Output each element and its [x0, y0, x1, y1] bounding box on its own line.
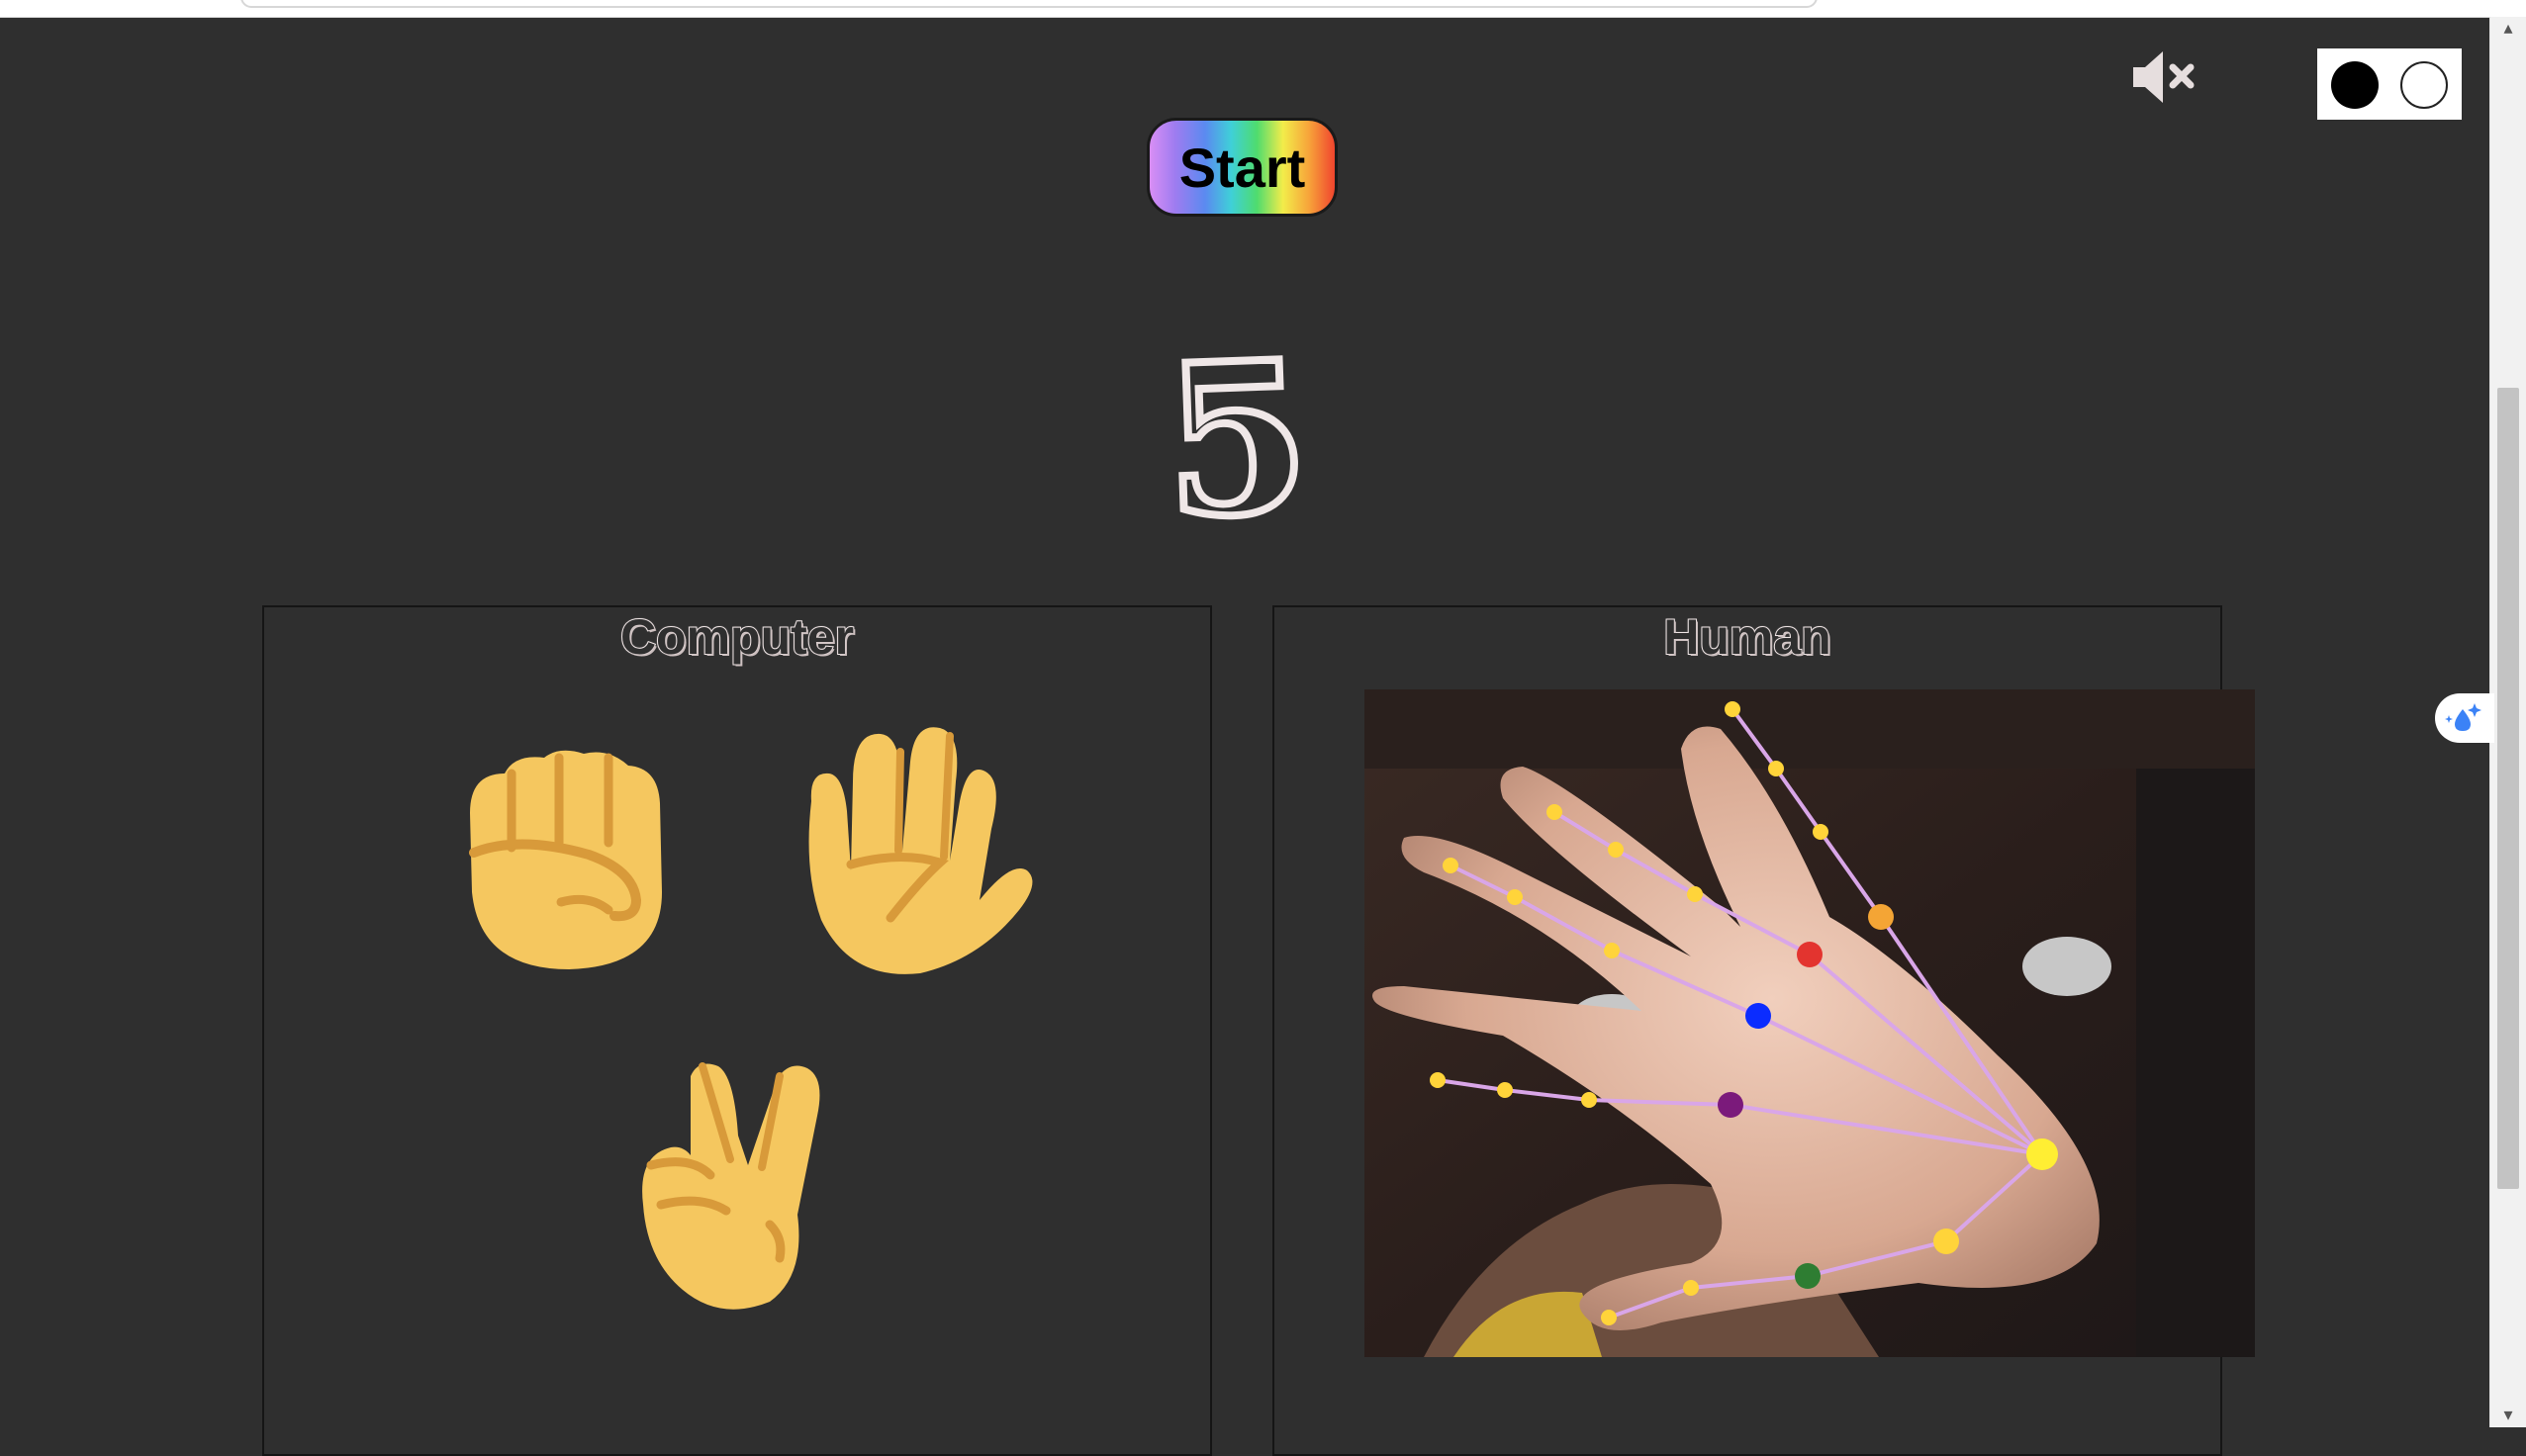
landmark-point	[1546, 804, 1562, 820]
scissors-choice[interactable]	[631, 1056, 839, 1314]
landmark-point	[1687, 886, 1703, 902]
landmark-point	[1604, 943, 1620, 958]
hand-landmark-overlay	[1364, 689, 2255, 1357]
landmark-point	[1718, 1092, 1743, 1118]
landmark-point	[1725, 701, 1740, 717]
scroll-down-icon[interactable]: ▾	[2490, 1404, 2526, 1427]
landmark-point	[1768, 761, 1784, 776]
landmark-point	[1933, 1228, 1959, 1254]
raised-fist-icon	[469, 750, 662, 969]
landmark-point	[1507, 889, 1523, 905]
landmark-point	[1797, 942, 1823, 967]
landmark-point	[1601, 1310, 1617, 1325]
human-title: Human	[1662, 608, 1831, 666]
scroll-thumb[interactable]	[2497, 388, 2519, 1189]
computer-title: Computer	[619, 608, 855, 666]
scroll-up-icon[interactable]: ▴	[2490, 17, 2526, 41]
theme-toggle	[2317, 48, 2462, 120]
rock-choice[interactable]	[460, 744, 668, 971]
raised-hand-icon	[808, 727, 1033, 974]
landmark-point	[1497, 1082, 1513, 1098]
sparkle-drop-icon	[2445, 703, 2481, 731]
landmark-point	[1745, 1003, 1771, 1029]
theme-light-option[interactable]	[2400, 61, 2448, 109]
countdown-number: 5	[1157, 312, 1318, 569]
theme-dark-option[interactable]	[2331, 61, 2379, 109]
landmark-point	[1868, 904, 1894, 930]
mute-button[interactable]	[2127, 47, 2199, 107]
vertical-scrollbar[interactable]: ▴ ▾	[2489, 17, 2526, 1427]
landmark-point	[1581, 1092, 1597, 1108]
landmark-point	[1430, 1072, 1446, 1088]
landmark-point	[1443, 858, 1458, 873]
speaker-muted-icon	[2133, 51, 2195, 103]
victory-hand-icon	[642, 1062, 820, 1310]
paper-choice[interactable]	[792, 722, 1039, 979]
start-button[interactable]: Start	[1147, 118, 1338, 217]
landmark-point	[1608, 842, 1624, 858]
landmark-point	[1795, 1263, 1821, 1289]
landmark-point	[2026, 1138, 2058, 1170]
address-bar[interactable]	[240, 0, 1818, 8]
browser-top-bar	[0, 0, 2526, 18]
webcam-feed	[1364, 689, 2255, 1357]
landmark-point	[1813, 824, 1828, 840]
computer-panel: Computer	[262, 605, 1212, 1456]
side-extension-tab[interactable]	[2435, 693, 2494, 743]
landmark-point	[1683, 1280, 1699, 1296]
